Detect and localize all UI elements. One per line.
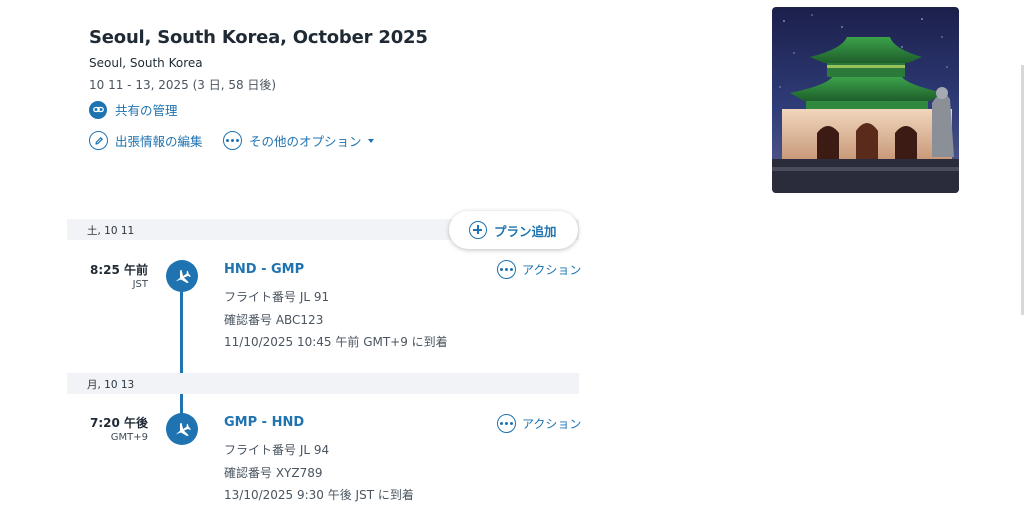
share-manage-link[interactable]: 共有の管理 <box>89 100 178 119</box>
day-label: 土, 10 11 <box>87 225 135 237</box>
more-dots-icon <box>497 414 516 433</box>
departure-time: 7:20 午後 <box>89 416 148 430</box>
trip-title: Seoul, South Korea, October 2025 <box>89 27 428 48</box>
confirmation-number: 確認番号 ABC123 <box>224 313 324 327</box>
edit-trip-label: 出張情報の編集 <box>115 134 203 149</box>
action-label: アクション <box>522 417 582 431</box>
day-label: 月, 10 13 <box>87 379 135 391</box>
timeline-connector <box>180 394 183 414</box>
departure-time: 8:25 午前 <box>89 263 148 277</box>
trip-dates: 10 11 - 13, 2025 (3 日, 58 日後) <box>89 78 277 92</box>
airplane-icon <box>166 260 198 292</box>
more-options-dropdown[interactable]: その他のオプション <box>223 131 374 150</box>
share-manage-label: 共有の管理 <box>115 103 178 118</box>
add-plan-label: プラン追加 <box>494 223 557 239</box>
more-dots-icon <box>497 260 516 279</box>
arrival-info: 11/10/2025 10:45 午前 GMT+9 に到着 <box>224 335 448 349</box>
airplane-icon <box>166 413 198 445</box>
flight-route-link[interactable]: GMP - HND <box>224 415 304 430</box>
trip-location: Seoul, South Korea <box>89 56 203 70</box>
pencil-icon <box>89 131 108 150</box>
destination-photo <box>772 7 959 193</box>
edit-trip-button[interactable]: 出張情報の編集 <box>89 131 203 150</box>
day-header: 月, 10 13 <box>67 373 579 394</box>
arrival-info: 13/10/2025 9:30 午後 JST に到着 <box>224 488 414 502</box>
flight-number: フライト番号 JL 91 <box>224 290 330 304</box>
action-button[interactable]: アクション <box>497 414 581 433</box>
departure-timezone: GMT+9 <box>110 432 148 443</box>
departure-timezone: JST <box>132 279 148 290</box>
link-icon <box>89 100 107 119</box>
more-options-label: その他のオプション <box>249 134 362 149</box>
confirmation-number: 確認番号 XYZ789 <box>224 466 323 480</box>
flight-route-link[interactable]: HND - GMP <box>224 262 304 277</box>
action-label: アクション <box>522 263 582 277</box>
action-button[interactable]: アクション <box>497 260 581 279</box>
flight-number: フライト番号 JL 94 <box>224 443 330 457</box>
plus-circle-icon <box>469 221 487 239</box>
more-dots-icon <box>223 131 242 150</box>
chevron-down-icon <box>367 138 374 143</box>
add-plan-button[interactable]: プラン追加 <box>449 211 578 249</box>
